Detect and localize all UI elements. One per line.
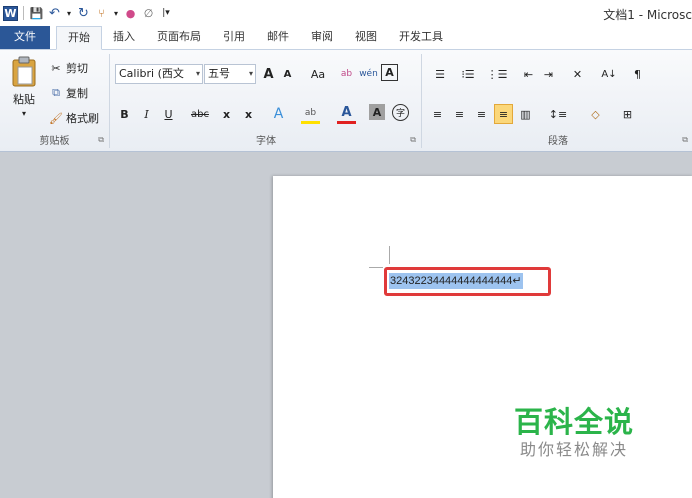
clipboard-launcher-icon[interactable]: ⧉ xyxy=(98,135,104,145)
distributed-button[interactable]: ▥ xyxy=(516,104,535,124)
strikethrough-button[interactable]: abc xyxy=(188,104,212,124)
tab-file[interactable]: 文件 xyxy=(0,26,50,49)
title-bar: W 💾 ↶ ▾ ↻ ⑂ ▾ ● ∅ |▾ 文档1 - Microsc xyxy=(0,0,692,26)
enclose-characters-button[interactable]: 字 xyxy=(392,104,409,121)
shrink-font-button[interactable]: A xyxy=(278,64,297,84)
paragraph-group: ☰ ⁝☰ ⋮☰ ⇤ ⇥ ✕ A↓ ¶ ≡ ≡ ≡ ≡ ▥ ↕≡ ◇ ⊞ 段落 ⧉ xyxy=(423,54,692,148)
highlight-button[interactable]: ab xyxy=(301,104,320,124)
superscript-button[interactable]: x xyxy=(239,104,258,124)
clipboard-group: 粘贴 ▾ ✂ 剪切 ⧉ 复制 🖌 格式刷 剪贴板 ⧉ xyxy=(0,54,110,148)
clipboard-group-label: 剪贴板 xyxy=(39,136,70,147)
sort-button[interactable]: A↓ xyxy=(598,64,620,84)
margin-crop-mark-horizontal xyxy=(369,267,383,268)
watermark-title: 百科全说 xyxy=(513,405,634,439)
cut-label: 剪切 xyxy=(66,62,88,75)
word-app-icon[interactable]: W xyxy=(3,5,18,21)
tab-page-layout[interactable]: 页面布局 xyxy=(146,26,212,49)
tab-references[interactable]: 引用 xyxy=(212,26,256,49)
multilevel-list-button[interactable]: ⋮☰ xyxy=(485,64,509,84)
increase-indent-button[interactable]: ⇥ xyxy=(539,64,558,84)
color-circle-icon[interactable]: ● xyxy=(123,6,138,21)
borders-button[interactable]: ⊞ xyxy=(618,104,637,124)
align-left-button[interactable]: ≡ xyxy=(428,104,447,124)
font-group-label: 字体 xyxy=(256,136,276,147)
scissors-icon: ✂ xyxy=(51,61,61,75)
align-right-button[interactable]: ≡ xyxy=(472,104,491,124)
change-case-button[interactable]: Aa xyxy=(305,64,331,84)
customize-qat-icon[interactable]: |▾ xyxy=(159,6,173,21)
signature-icon[interactable]: ∅ xyxy=(141,6,156,21)
center-button[interactable]: ≡ xyxy=(450,104,469,124)
clipboard-icon xyxy=(12,56,36,87)
character-border-button[interactable]: A xyxy=(381,64,398,81)
tab-mailings[interactable]: 邮件 xyxy=(256,26,300,49)
copy-icon: ⧉ xyxy=(52,86,60,99)
chinese-layout-button[interactable]: ✕ xyxy=(568,64,587,84)
paintbrush-icon: 🖌 xyxy=(49,111,63,125)
font-name-dropdown-icon: ▾ xyxy=(195,69,200,78)
show-marks-button[interactable]: ¶ xyxy=(628,64,647,84)
italic-button[interactable]: I xyxy=(137,104,156,124)
copy-button[interactable]: ⧉ 复制 xyxy=(48,85,88,101)
paste-button[interactable]: 粘贴 ▾ xyxy=(6,56,42,126)
decrease-indent-button[interactable]: ⇤ xyxy=(519,64,538,84)
copy-label: 复制 xyxy=(66,87,88,100)
document-workspace[interactable]: 32432234444444444444↵ 百科全说 助你轻松解决 xyxy=(0,153,692,498)
grow-font-button[interactable]: A xyxy=(259,64,278,84)
quick-access-toolbar: W 💾 ↶ ▾ ↻ ⑂ ▾ ● ∅ |▾ xyxy=(0,5,173,21)
justify-button[interactable]: ≡ xyxy=(494,104,513,124)
paragraph-group-label: 段落 xyxy=(548,136,568,147)
bold-button[interactable]: B xyxy=(115,104,134,124)
format-painter-label: 格式刷 xyxy=(66,112,99,125)
character-shading-button[interactable]: A xyxy=(369,104,385,120)
font-launcher-icon[interactable]: ⧉ xyxy=(410,135,416,145)
watermark: 百科全说 助你轻松解决 xyxy=(499,405,649,461)
bullets-button[interactable]: ☰ xyxy=(428,64,452,84)
selected-text[interactable]: 32432234444444444444↵ xyxy=(389,273,523,289)
shading-button[interactable]: ◇ xyxy=(586,104,605,124)
line-spacing-button[interactable]: ↕≡ xyxy=(546,104,570,124)
format-painter-qat-icon[interactable]: ⑂ xyxy=(94,6,109,21)
qat-separator xyxy=(23,6,24,20)
cut-button[interactable]: ✂ 剪切 xyxy=(48,60,88,76)
paragraph-launcher-icon[interactable]: ⧉ xyxy=(682,135,688,145)
font-name-value: Calibri (西文 xyxy=(119,67,184,80)
font-size-combo[interactable]: 五号 ▾ xyxy=(204,64,256,84)
text-effect-button[interactable]: A xyxy=(269,104,288,124)
font-size-value: 五号 xyxy=(208,67,230,80)
undo-dropdown-icon[interactable]: ▾ xyxy=(65,6,73,21)
watermark-subtitle: 助你轻松解决 xyxy=(519,440,628,459)
ribbon-tabs: 文件 开始 插入 页面布局 引用 邮件 审阅 视图 开发工具 xyxy=(0,26,692,50)
phonetic-guide-button[interactable]: wén xyxy=(359,64,378,84)
undo-icon[interactable]: ↶ xyxy=(47,6,62,21)
document-page[interactable]: 32432234444444444444↵ 百科全说 助你轻松解决 xyxy=(273,176,692,498)
tab-home[interactable]: 开始 xyxy=(56,26,102,50)
font-color-button[interactable]: A xyxy=(337,104,356,124)
subscript-button[interactable]: x xyxy=(217,104,236,124)
format-dropdown-icon[interactable]: ▾ xyxy=(112,6,120,21)
underline-button[interactable]: U xyxy=(159,104,178,124)
tab-insert[interactable]: 插入 xyxy=(102,26,146,49)
margin-crop-mark-vertical xyxy=(389,246,390,264)
format-painter-button[interactable]: 🖌 格式刷 xyxy=(48,110,99,126)
tab-view[interactable]: 视图 xyxy=(344,26,388,49)
document-title: 文档1 - Microsc xyxy=(603,8,692,22)
paste-label: 粘贴 xyxy=(13,93,35,106)
paste-dropdown-icon: ▾ xyxy=(21,109,26,118)
save-icon[interactable]: 💾 xyxy=(29,6,44,21)
ribbon-home: 粘贴 ▾ ✂ 剪切 ⧉ 复制 🖌 格式刷 剪贴板 ⧉ Calibri (西文 ▾… xyxy=(0,50,692,152)
numbering-button[interactable]: ⁝☰ xyxy=(456,64,480,84)
tab-review[interactable]: 审阅 xyxy=(300,26,344,49)
font-size-dropdown-icon: ▾ xyxy=(248,69,253,78)
font-group: Calibri (西文 ▾ 五号 ▾ A A Aa ab wén A B I U… xyxy=(111,54,422,148)
font-name-combo[interactable]: Calibri (西文 ▾ xyxy=(115,64,203,84)
tab-developer[interactable]: 开发工具 xyxy=(388,26,454,49)
redo-icon[interactable]: ↻ xyxy=(76,6,91,21)
clear-formatting-button[interactable]: ab xyxy=(337,64,356,84)
